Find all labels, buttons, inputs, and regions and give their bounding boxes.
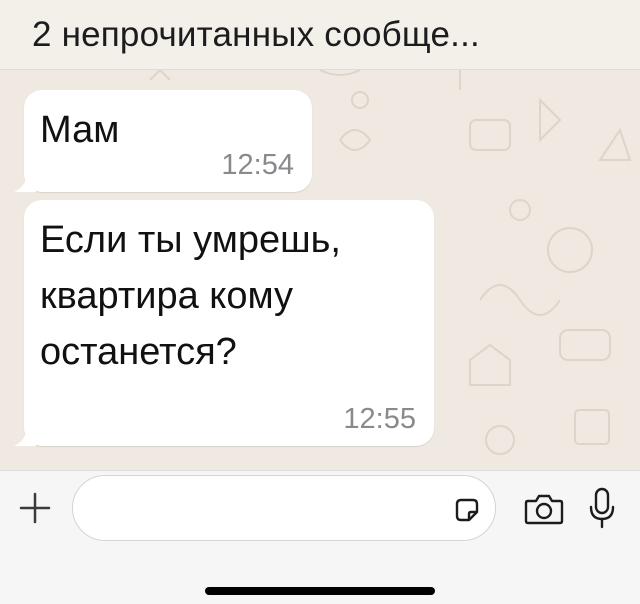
sticker-icon[interactable] [453, 496, 481, 524]
message-line: квартира кому [40, 275, 294, 317]
message-line: Если ты умрешь, [40, 219, 341, 261]
home-indicator[interactable] [205, 587, 435, 595]
camera-icon[interactable] [524, 493, 564, 525]
unread-messages-banner: 2 непрочитанных сообще... [0, 0, 640, 70]
message-input-bar [0, 470, 640, 604]
chat-background: 2 непрочитанных сообще... Мам 12:54 Если… [0, 0, 640, 470]
message-timestamp: 12:55 [343, 403, 416, 435]
message-line: останется? [40, 331, 237, 373]
message-input[interactable] [91, 486, 441, 530]
plus-icon[interactable] [18, 491, 52, 525]
message-timestamp: 12:54 [221, 149, 294, 181]
message-line: Мам [40, 109, 120, 151]
incoming-message-bubble[interactable]: Мам 12:54 [14, 90, 312, 192]
message-text-field[interactable] [72, 475, 496, 541]
incoming-message-bubble[interactable]: Если ты умрешь, квартира кому останется?… [14, 200, 434, 446]
message-text: Мам [40, 102, 119, 158]
bubble-tail [14, 170, 36, 192]
bubble-tail [14, 424, 36, 446]
microphone-icon[interactable] [588, 487, 616, 529]
unread-messages-label: 2 непрочитанных сообще... [32, 14, 480, 54]
message-text: Если ты умрешь, квартира кому останется? [40, 212, 430, 380]
